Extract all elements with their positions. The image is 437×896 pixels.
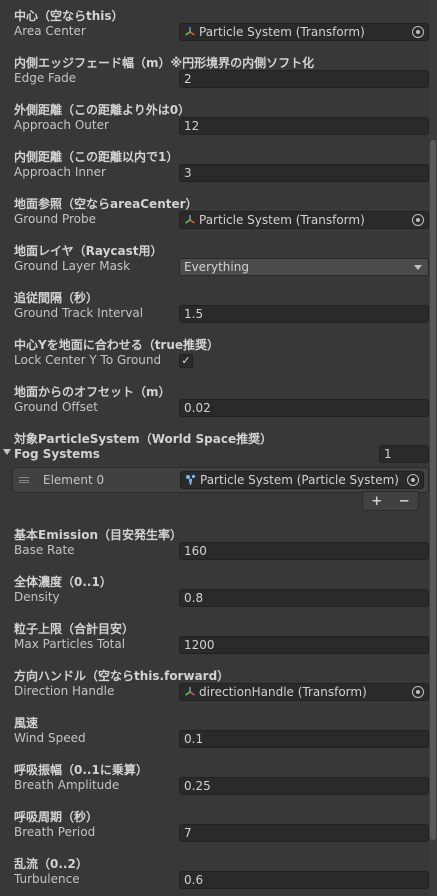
object-field[interactable]: Particle System (Transform) — [179, 23, 429, 41]
field-label: Ground Layer Mask — [14, 259, 131, 273]
section-header: 方向ハンドル（空ならthis.forward） — [14, 669, 230, 683]
section-header: 追従間隔（秒） — [14, 291, 99, 305]
section-header: 呼吸振幅（0..1に乗算） — [14, 763, 148, 777]
chevron-down-icon — [414, 264, 422, 270]
object-field[interactable]: Particle System (Transform) — [179, 211, 429, 229]
object-field-value: Particle System (Transform) — [199, 25, 365, 39]
field-label: Breath Period — [14, 825, 96, 839]
field-label: Ground Track Interval — [14, 306, 144, 320]
section-header: 地面参照（空ならareaCenter） — [14, 197, 198, 211]
object-picker-icon[interactable] — [412, 26, 424, 38]
field-label: Base Rate — [14, 543, 75, 557]
section-header: 地面からのオフセット（m） — [14, 385, 171, 399]
field-label: Area Center — [14, 24, 86, 38]
scrollbar-thumb[interactable] — [430, 140, 436, 840]
section-header: 内側エッジフェード幅（m）※円形境界の内側ソフト化 — [14, 56, 315, 70]
lock-center-y-checkbox[interactable]: ✓ — [179, 354, 193, 368]
section-header: 外側距離（この距離より外は0） — [14, 103, 191, 117]
element-0-label: Element 0 — [43, 473, 105, 487]
section-header: 粒子上限（合計目安） — [14, 622, 135, 636]
object-picker-icon[interactable] — [412, 686, 424, 698]
foldout-arrow-icon[interactable] — [3, 449, 11, 455]
number-field[interactable]: 12 — [179, 117, 429, 135]
field-label: Approach Inner — [14, 165, 106, 179]
particle-system-icon — [186, 474, 196, 485]
transform-icon — [185, 27, 195, 36]
section-header: 乱流（0..2） — [14, 857, 88, 871]
element-0-value: Particle System (Particle System) — [200, 473, 399, 487]
object-field-value: Particle System (Transform) — [199, 213, 365, 227]
remove-element-button[interactable]: − — [399, 494, 410, 509]
number-field[interactable]: 0.25 — [179, 777, 429, 795]
fog-systems-count-field[interactable]: 1 — [379, 445, 429, 463]
number-field[interactable]: 0.1 — [179, 730, 429, 748]
field-label: Density — [14, 590, 60, 604]
dropdown-value: Everything — [184, 260, 249, 274]
field-label: Breath Amplitude — [14, 778, 120, 792]
number-field[interactable]: 3 — [179, 164, 429, 182]
fog-systems-label: Fog Systems — [14, 447, 100, 461]
section-header: 地面レイヤ（Raycast用） — [14, 244, 163, 258]
number-field[interactable]: 0.6 — [179, 871, 429, 889]
object-picker-icon[interactable] — [412, 214, 424, 226]
add-element-button[interactable]: + — [371, 494, 382, 509]
transform-icon — [185, 215, 195, 224]
object-field[interactable]: directionHandle (Transform) — [179, 683, 429, 701]
fog-systems-row[interactable]: Fog Systems 1 — [0, 444, 437, 464]
section-header: 中心（空ならthis） — [14, 9, 124, 23]
number-field[interactable]: 7 — [179, 824, 429, 842]
field-label: Edge Fade — [14, 71, 77, 85]
field-label: Ground Offset — [14, 400, 99, 414]
scrollbar[interactable] — [429, 0, 437, 896]
object-field-value: directionHandle (Transform) — [199, 685, 367, 699]
number-field[interactable]: 1.5 — [179, 305, 429, 323]
transform-icon — [185, 687, 195, 696]
section-header: 内側距離（この距離以内で1） — [14, 150, 179, 164]
field-label: Approach Outer — [14, 118, 109, 132]
object-picker-icon[interactable] — [407, 474, 419, 486]
number-field[interactable]: 0.8 — [179, 589, 429, 607]
field-label: Wind Speed — [14, 731, 86, 745]
section-header: 基本Emission（目安発生率） — [14, 528, 183, 542]
layer-mask-dropdown[interactable]: Everything — [179, 258, 429, 276]
fog-systems-list: Element 0 Particle System (Particle Syst… — [12, 467, 429, 493]
number-field[interactable]: 1200 — [179, 636, 429, 654]
field-label: Lock Center Y To Ground — [14, 353, 162, 367]
section-header: 風速 — [14, 716, 39, 730]
section-header: 全体濃度（0..1） — [14, 575, 112, 589]
field-label: Ground Probe — [14, 212, 96, 226]
number-field[interactable]: 160 — [179, 542, 429, 560]
section-header: 呼吸周期（秒） — [14, 810, 99, 824]
number-field[interactable]: 2 — [179, 70, 429, 88]
field-label: Max Particles Total — [14, 637, 126, 651]
list-footer: + − — [362, 491, 419, 511]
field-label: Turbulence — [14, 872, 80, 886]
number-field[interactable]: 0.02 — [179, 399, 429, 417]
element-0-field[interactable]: Particle System (Particle System) — [180, 471, 424, 489]
drag-handle-icon[interactable] — [19, 477, 29, 483]
section-header: 中心Yを地面に合わせる（true推奨） — [14, 338, 220, 352]
field-label: Direction Handle — [14, 684, 115, 698]
